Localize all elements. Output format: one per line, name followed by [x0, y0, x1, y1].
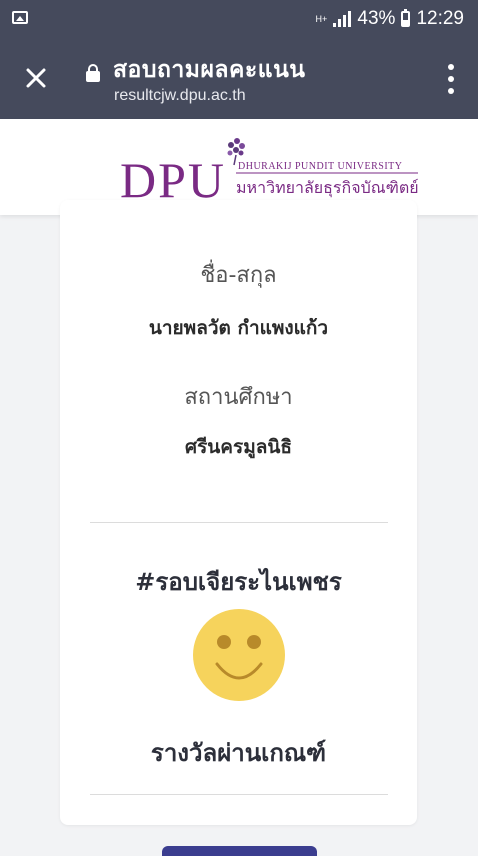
divider: [90, 794, 388, 795]
logo-english-name: DHURAKIJ PUNDIT UNIVERSITY: [238, 161, 402, 172]
status-right: H+ 43% 12:29: [315, 8, 464, 30]
browser-toolbar: สอบถามผลคะแนน resultcjw.dpu.ac.th: [0, 38, 478, 119]
clock: 12:29: [416, 8, 464, 29]
smiley-icon: [193, 609, 285, 701]
more-vert-icon: [448, 64, 454, 70]
round-title: #รอบเจียระไนเพชร: [135, 568, 342, 596]
close-button[interactable]: [18, 60, 54, 96]
school-value: ศรีนครมูลนิธิ: [185, 436, 292, 458]
name-label: ชื่อ-สกุล: [200, 263, 277, 288]
page-url[interactable]: resultcjw.dpu.ac.th: [114, 87, 246, 105]
school-label: สถานศึกษา: [184, 385, 293, 410]
lock-icon: [86, 64, 100, 82]
award-text: รางวัลผ่านเกณฑ์: [150, 739, 327, 767]
close-icon: [26, 68, 46, 88]
battery-icon: [401, 9, 411, 27]
result-card: ชื่อ-สกุล นายพลวัต กำแพงแก้ว สถานศึกษา ศ…: [60, 200, 417, 825]
network-type: H+: [315, 13, 328, 24]
name-value: นายพลวัต กำแพงแก้ว: [148, 317, 329, 339]
more-options-button[interactable]: [444, 64, 458, 94]
logo-thai-name: มหาวิทยาลัยธุรกิจบัณฑิตย์: [236, 178, 419, 198]
logo-abbr: DPU: [120, 152, 226, 207]
divider: [90, 522, 388, 523]
dpu-logo[interactable]: DPU DHURAKIJ PUNDIT UNIVERSITY มหาวิทยาล…: [120, 131, 420, 207]
page-title: สอบถามผลคะแนน: [113, 57, 306, 83]
image-icon: [12, 11, 28, 24]
status-bar: H+ 43% 12:29: [0, 0, 478, 38]
battery-percent: 43%: [357, 8, 396, 29]
signal-icon: [333, 11, 352, 27]
bottom-button[interactable]: [162, 846, 317, 856]
